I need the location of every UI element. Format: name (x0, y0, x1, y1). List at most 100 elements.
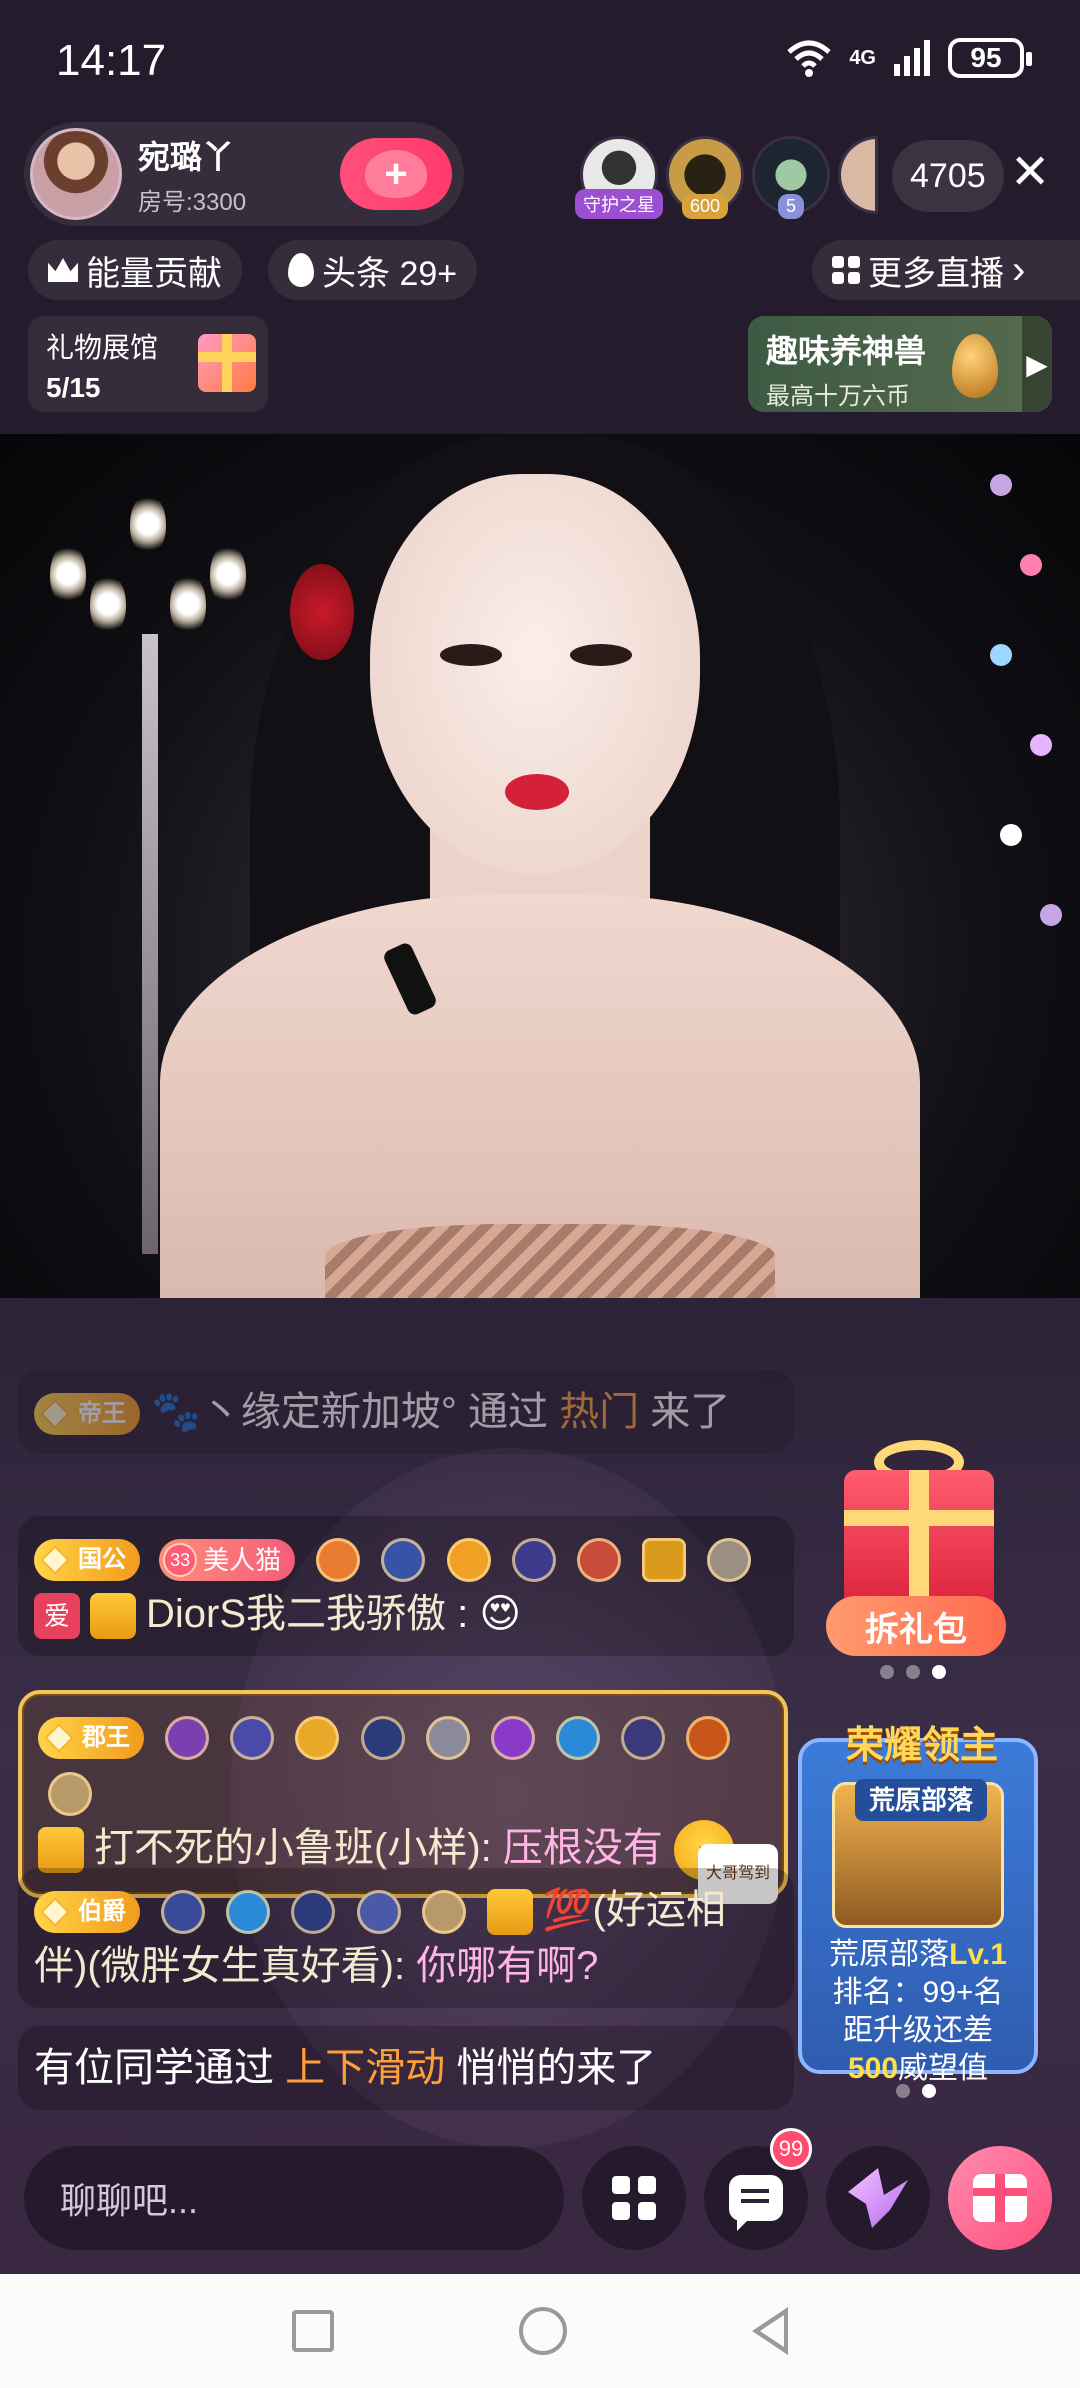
username[interactable]: 打不死的小鲁班(小样): (94, 1826, 503, 1870)
viewer-avatar[interactable] (838, 136, 878, 214)
source-link: 热门 (559, 1390, 640, 1434)
gift-button[interactable] (948, 2146, 1052, 2250)
tier-badge: 帝王 (34, 1393, 140, 1436)
message-text: 你哪有啊? (416, 1944, 599, 1988)
medal-icon (446, 1538, 491, 1583)
medal-icon (686, 1716, 731, 1761)
host-name: 宛璐丫 (138, 138, 235, 175)
viewer-badge: 守护之星 (575, 189, 663, 219)
system-navigation-bar (0, 2274, 1080, 2388)
flower-decoration (290, 564, 354, 660)
prestige-needed: 500 (847, 2052, 899, 2085)
honor-title: 荣耀领主 (845, 1725, 998, 1767)
love-badge: 爱 (34, 1593, 80, 1640)
chat-message: 帝王 🐾丶缘定新加坡° 通过 热门 来了 (18, 1370, 794, 1454)
more-apps-button[interactable] (582, 2146, 686, 2250)
tier-badge: 国公 (34, 1539, 140, 1582)
close-icon[interactable]: ✕ (1010, 144, 1050, 200)
tribe-label: 荒原部落 (855, 1779, 987, 1821)
battery-icon: 95 (948, 38, 1032, 78)
gift-pack-widget[interactable]: 拆礼包 (826, 1440, 1006, 1660)
message-text: 悄悄的来了 (445, 2046, 657, 2090)
gift-pack-pager (880, 1665, 946, 1679)
more-live-button[interactable]: 更多直播 › (812, 240, 1080, 300)
host-avatar[interactable] (30, 128, 122, 220)
top-viewers: 守护之星 600 5 (575, 136, 878, 219)
tribe-level: Lv.1 (949, 1938, 1007, 1971)
pet-game-banner[interactable]: 趣味养神兽 最高十万六币 ▶ (748, 316, 1052, 412)
follow-button[interactable]: + (340, 138, 452, 210)
honor-lord-widget[interactable]: 荣耀领主 荒原部落 荒原部落Lv.1 排名：99+名 距升级还差 500威望值 (798, 1725, 1038, 2085)
home-icon[interactable] (518, 2307, 567, 2355)
status-icons: 4G 95 (785, 38, 1032, 78)
medal-icon (621, 1716, 665, 1761)
medal-icon (576, 1538, 621, 1583)
user-badge-icon (90, 1593, 136, 1640)
back-icon[interactable] (751, 2307, 788, 2355)
chat-message: 国公 33 美人猫 爱 DiorS我二我骄傲 : 😍 (18, 1516, 794, 1656)
messages-button[interactable]: 99 (704, 2128, 812, 2250)
live-video[interactable] (0, 434, 1080, 1298)
energy-label: 能量贡献 (86, 254, 222, 293)
message-text: 来了 (639, 1390, 731, 1434)
medal-icon (425, 1716, 470, 1761)
gift-box-icon (198, 334, 256, 392)
message-text: 🐾丶缘定新加坡° 通过 (151, 1390, 560, 1434)
tribe-name: 荒原部落 (829, 1938, 950, 1971)
medal-icon (555, 1716, 600, 1761)
viewer-avatar[interactable]: 600 (666, 136, 744, 219)
medal-icon (161, 1890, 206, 1935)
tier-badge: 郡王 (38, 1717, 144, 1760)
tier-badge: 伯爵 (34, 1891, 140, 1934)
medal-icon (230, 1716, 275, 1761)
medal-icon (707, 1538, 752, 1583)
crown-icon (48, 258, 78, 282)
message-text: 有位同学通过 (34, 2046, 286, 2090)
medal-icon (641, 1538, 686, 1583)
headline-label: 头条 29+ (322, 254, 458, 293)
medal-icon (291, 1890, 336, 1935)
user-badge-icon (38, 1827, 84, 1874)
separator: : (446, 1592, 480, 1636)
fan-badge: 33 美人猫 (159, 1539, 296, 1582)
open-gift-pack-button[interactable]: 拆礼包 (826, 1596, 1006, 1656)
medal-icon (226, 1890, 271, 1935)
heart-plus-icon: + (365, 150, 427, 198)
chat-message: 伯爵 💯(好运相伴)(微胖女生真好看): 你哪有啊? (18, 1868, 794, 2008)
room-number: 房号:3300 (138, 188, 247, 216)
viewer-count[interactable]: 4705 (892, 140, 1004, 212)
play-arrow-icon: ▶ (1022, 316, 1052, 412)
grid-icon (832, 256, 860, 284)
headline-button[interactable]: 头条 29+ (268, 240, 478, 300)
medal-icon (165, 1716, 210, 1761)
username[interactable]: DiorS我二我骄傲 (146, 1592, 446, 1636)
viewer-avatar[interactable]: 5 (752, 136, 830, 219)
unread-badge: 99 (770, 2128, 812, 2170)
chat-message-system: 有位同学通过 上下滑动 悄悄的来了 (18, 2026, 794, 2110)
flame-icon (288, 253, 314, 287)
upgrade-label: 距升级还差 (843, 2014, 993, 2047)
medal-icon (421, 1890, 466, 1935)
host-info[interactable]: 宛璐丫 房号:3300 + (24, 122, 464, 226)
tribe-card: 荒原部落 (832, 1779, 1004, 1928)
tribe-rank: 排名：99+名 (832, 1976, 1004, 2009)
medal-icon (316, 1538, 361, 1583)
viewer-badge: 5 (777, 194, 805, 219)
medal-icon (381, 1538, 426, 1583)
paper-crane-button[interactable] (826, 2146, 930, 2250)
medal-icon (356, 1890, 401, 1935)
message-text: 压根没有 (502, 1826, 663, 1870)
medal-icon (360, 1716, 405, 1761)
recent-apps-icon[interactable] (292, 2310, 335, 2352)
medal-icon (48, 1772, 92, 1817)
gift-icon (973, 2174, 1027, 2222)
viewer-avatar[interactable]: 守护之星 (575, 136, 663, 219)
follow-symbol: + (384, 151, 408, 196)
paper-crane-icon (848, 2168, 908, 2228)
medal-icon (295, 1716, 340, 1761)
streamer-face (370, 474, 700, 874)
energy-contribution-button[interactable]: 能量贡献 (28, 240, 242, 300)
more-live-label: 更多直播 (868, 254, 1004, 293)
chat-input[interactable]: 聊聊吧... (24, 2146, 564, 2250)
gift-hall-button[interactable]: 礼物展馆 5/15 (28, 316, 268, 412)
